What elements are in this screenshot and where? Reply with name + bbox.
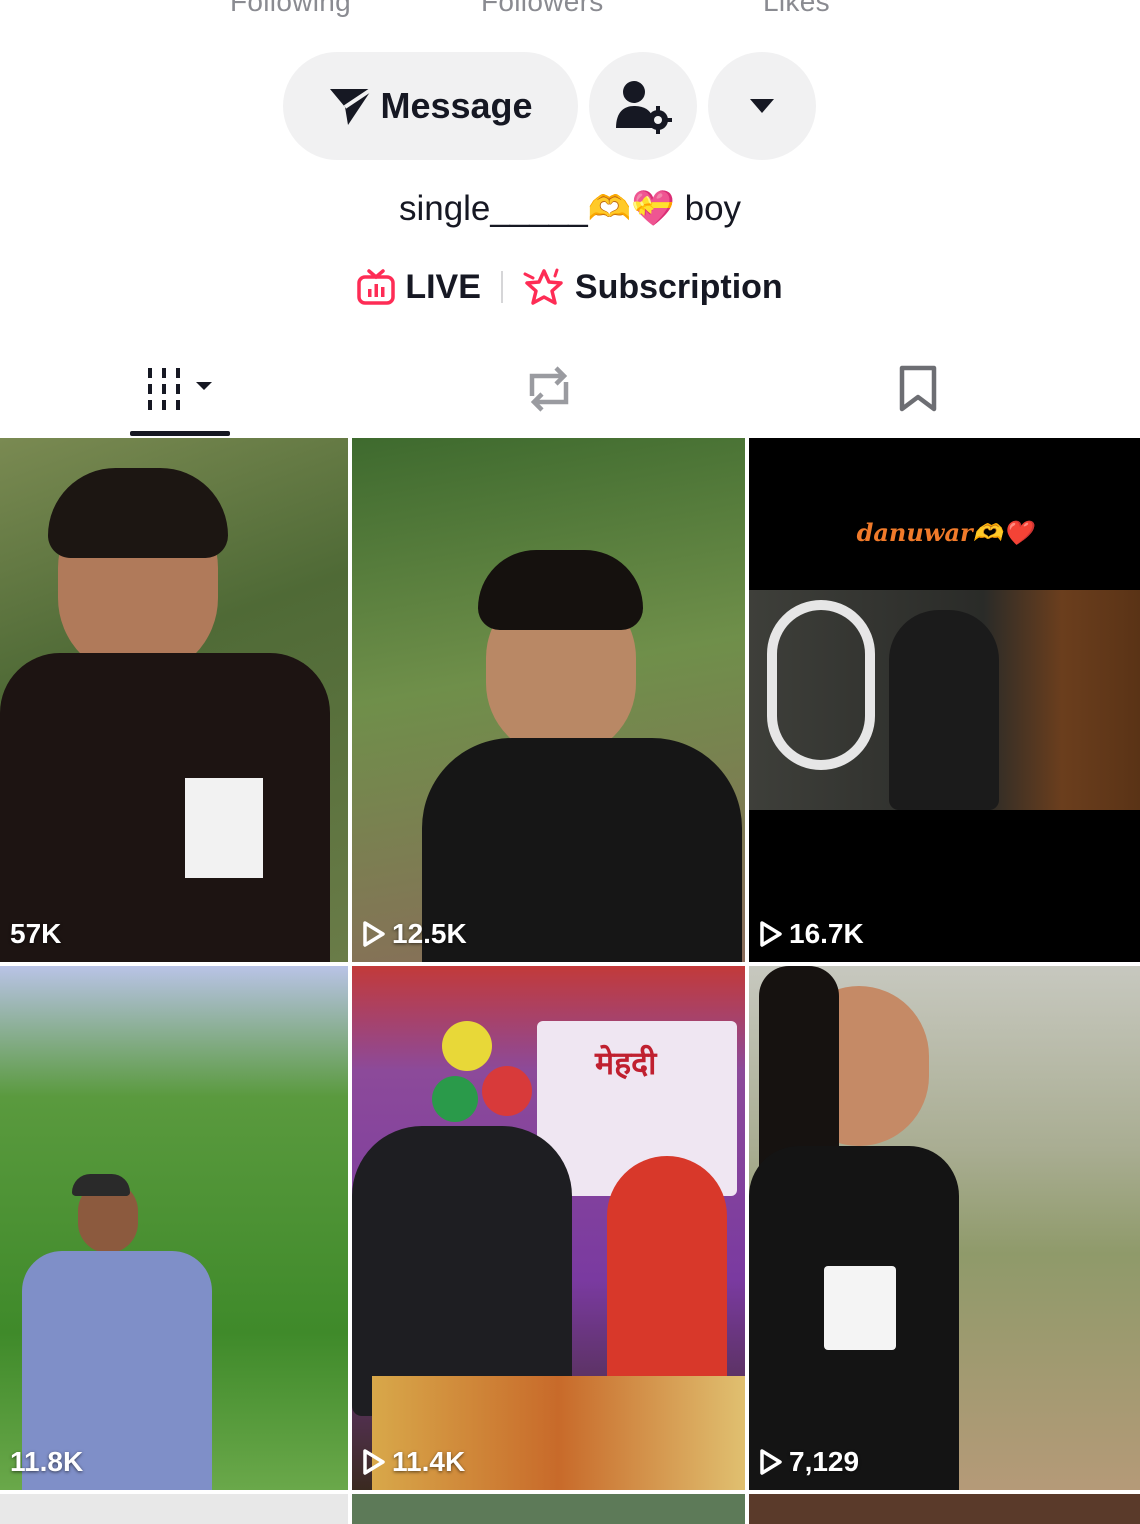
friend-settings-button[interactable] (589, 52, 697, 160)
profile-tabs (0, 340, 1140, 438)
caret-down-icon (750, 99, 774, 113)
message-label: Message (380, 85, 533, 126)
live-link[interactable]: LIVE (357, 268, 481, 307)
active-tab-indicator (130, 431, 230, 436)
following-label[interactable]: Following (230, 0, 351, 18)
subscription-label: Subscription (574, 267, 783, 306)
live-label: LIVE (405, 267, 481, 306)
shirt-pocket (185, 778, 263, 878)
play-icon (363, 921, 385, 947)
view-count: 11.8K (10, 1446, 83, 1478)
view-count-label: 57K (10, 918, 62, 949)
banner-text: मेहदी (595, 1045, 657, 1081)
view-count: 12.5K (362, 918, 467, 950)
person-shirt (0, 653, 330, 962)
profile-links: LIVE Subscription (0, 262, 1140, 312)
subscription-link[interactable]: Subscription (523, 268, 783, 307)
grid-icon (148, 368, 212, 410)
view-count: 7,129 (759, 1446, 859, 1478)
video-thumbnail[interactable]: 11.8K (0, 966, 348, 1490)
tab-videos[interactable] (130, 340, 230, 438)
star-badge-icon (523, 268, 563, 305)
person-shirt (422, 738, 742, 962)
view-count: 57K (10, 918, 61, 950)
likes-label: Likes (763, 0, 830, 17)
video-thumbnail[interactable]: 7,129 (749, 966, 1140, 1490)
view-count-label: 11.8K (10, 1446, 84, 1477)
divider (500, 271, 503, 303)
video-thumbnail[interactable]: मेहदी 11.4K (352, 966, 745, 1490)
balloon (482, 1066, 532, 1116)
send-icon (330, 87, 374, 125)
more-options-button[interactable] (708, 52, 816, 160)
video-thumbnail[interactable]: 12.5K (352, 438, 745, 962)
view-count-label: 7,129 (789, 1446, 860, 1477)
ring-light (767, 600, 875, 770)
view-count-label: 11.4K (392, 1446, 466, 1477)
video-grid: 57K 12.5K danuwar🫶❤️ 16.7K 11.8K मेहदी 1… (0, 438, 1140, 1524)
view-count: 11.4K (362, 1446, 465, 1478)
person-hair (48, 468, 228, 558)
balloon (442, 1021, 492, 1071)
profile-actions: Message (0, 52, 1140, 160)
person-hair (478, 550, 643, 630)
video-overlay-text: danuwar🫶❤️ (856, 518, 1033, 547)
followers-label[interactable]: Followers (481, 0, 604, 18)
profile-bio: single_____🫶💝 boy (398, 189, 742, 228)
groom (352, 1126, 572, 1416)
stats-labels: Following Followers Likes (0, 0, 1140, 26)
play-icon (760, 921, 782, 947)
repost-icon (529, 366, 569, 412)
video-thumbnail[interactable]: 57K (0, 438, 348, 962)
tab-favorites[interactable] (868, 340, 968, 438)
live-tv-icon (357, 269, 396, 305)
tab-reposts[interactable] (499, 340, 599, 438)
video-frame (749, 590, 1140, 810)
view-count-label: 12.5K (392, 918, 467, 949)
balloon (432, 1076, 478, 1122)
play-icon (363, 1449, 385, 1475)
play-icon (760, 1449, 782, 1475)
video-thumbnail[interactable]: danuwar🫶❤️ 16.7K (749, 438, 1140, 962)
view-count: 16.7K (759, 918, 864, 950)
message-button[interactable]: Message (283, 52, 578, 160)
view-count-label: 16.7K (789, 918, 864, 949)
person-cap (72, 1174, 130, 1196)
user-settings-icon (616, 81, 672, 134)
person-silhouette (889, 610, 999, 810)
bookmark-icon (899, 365, 937, 412)
comment-sticker (824, 1266, 896, 1350)
